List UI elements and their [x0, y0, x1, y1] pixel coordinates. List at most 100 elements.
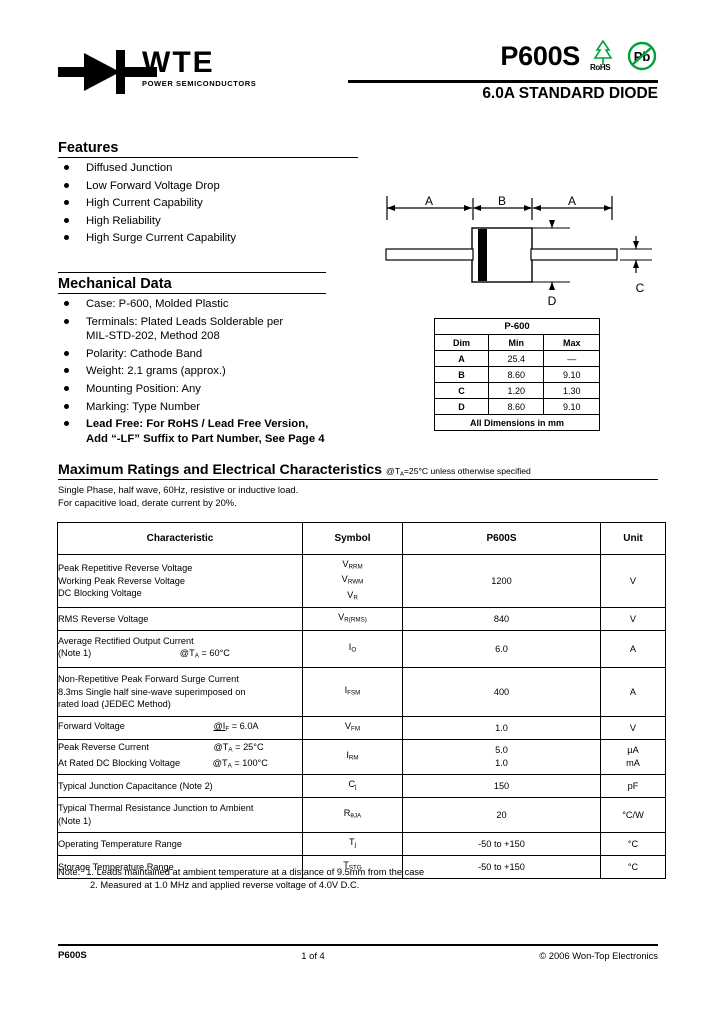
dim-cell: 9.10	[543, 366, 600, 383]
feature-label: High Current Capability	[86, 197, 203, 210]
brand-tagline: POWER SEMICONDUCTORS	[142, 79, 257, 88]
bullet-icon	[64, 421, 69, 427]
characteristic-line: Typical Thermal Resistance Junction to A…	[58, 803, 254, 814]
features-list: Diffused Junction Low Forward Voltage Dr…	[58, 161, 358, 246]
list-item: Marking: Type Number	[58, 400, 326, 415]
list-item: Low Forward Voltage Drop	[58, 179, 358, 194]
characteristic-line: Peak Reverse Current @TA = 25°C	[58, 741, 302, 757]
mechanical-label: Polarity: Cathode Band	[86, 347, 203, 360]
row-reverse-voltage-characteristic: Peak Repetitive Reverse Voltage Working …	[57, 554, 303, 608]
characteristic-line: 8.3ms Single half sine-wave superimposed…	[58, 686, 246, 697]
svg-text:A: A	[425, 194, 433, 208]
value-cell: 840	[402, 607, 601, 631]
row-forward-voltage-characteristic: Forward Voltage @IF = 6.0A	[57, 716, 303, 740]
value-cell: 1200	[402, 554, 601, 608]
note-line-1: Note: 1. Leads maintained at ambient temp…	[58, 866, 424, 879]
list-item: Mounting Position: Any	[58, 382, 326, 397]
mechanical-label: Marking: Type Number	[86, 400, 201, 413]
company-logo: WTE POWER SEMICONDUCTORS	[58, 40, 288, 104]
bullet-icon	[64, 350, 69, 356]
bullet-icon	[64, 200, 69, 206]
mechanical-label: Mounting Position: Any	[86, 382, 201, 395]
feature-label: Low Forward Voltage Drop	[86, 179, 220, 192]
bullet-icon	[64, 403, 69, 409]
ratings-note-2: For capacitive load, derate current by 2…	[58, 496, 237, 508]
dim-header-max: Max	[543, 334, 600, 351]
table-row: Average Rectified Output Current (Note 1…	[57, 630, 666, 668]
notes-label: Note:	[58, 867, 81, 877]
unit-cell: V	[600, 716, 666, 740]
dim-table-footer: All Dimensions in mm	[434, 414, 600, 431]
part-number: P600S	[500, 41, 580, 71]
lead-free-label: Lead Free: For RoHS / Lead Free Version,	[86, 418, 309, 431]
characteristic-text: At Rated DC Blocking Voltage	[58, 758, 181, 768]
row-rms-voltage-characteristic: RMS Reverse Voltage	[57, 607, 303, 631]
characteristic-line: DC Blocking Voltage	[58, 588, 142, 599]
characteristic-text: Peak Reverse Current	[58, 742, 149, 753]
dim-cell: 25.4	[487, 350, 545, 367]
dim-cell: 9.10	[543, 398, 600, 415]
symbol-cell: VFM	[302, 716, 403, 740]
dim-cell: D	[434, 398, 489, 415]
table-row: D 8.60 9.10	[434, 398, 600, 415]
unit-cell: A	[600, 667, 666, 717]
brand-name: WTE	[142, 46, 215, 79]
unit-cell: pF	[600, 774, 666, 798]
lead-free-icon: Pb	[626, 40, 658, 72]
ratings-title-text: Maximum Ratings and Electrical Character…	[58, 462, 383, 478]
value-cell: 1.0	[402, 716, 601, 740]
bullet-icon	[64, 318, 69, 324]
unit-cell: V	[600, 554, 666, 608]
value-cell: 150	[402, 774, 601, 798]
list-item: Case: P-600, Molded Plastic	[58, 297, 326, 312]
dim-cell: A	[434, 350, 489, 367]
value-cell: -50 to +150	[402, 832, 601, 856]
col-symbol: Symbol	[302, 522, 403, 555]
table-row: Dim Min Max	[434, 334, 600, 351]
datasheet-page: WTE POWER SEMICONDUCTORS P600S RoHS Pb	[0, 0, 720, 1012]
row-thermal-resistance-characteristic: Typical Thermal Resistance Junction to A…	[57, 797, 303, 833]
dim-cell: B	[434, 366, 489, 383]
bullet-icon	[64, 217, 69, 223]
unit-cell: °C	[600, 855, 666, 879]
symbol-cell: VR(RMS)	[302, 607, 403, 631]
features-title: Features	[58, 140, 358, 158]
list-item: High Surge Current Capability	[58, 231, 358, 246]
dim-cell: 1.20	[487, 382, 545, 399]
characteristic-line: Average Rectified Output Current	[58, 635, 194, 646]
table-row: Typical Junction Capacitance (Note 2) Cj…	[57, 774, 666, 798]
value-line: 5.0	[495, 745, 508, 755]
characteristic-condition: @TA = 60°C	[179, 648, 230, 660]
table-header-row: Characteristic Symbol P600S Unit	[57, 522, 666, 555]
part-header: P600S RoHS Pb 6.0A STANDAR	[348, 34, 658, 103]
page-footer: P600S 1 of 4 © 2006 Won-Top Electronics	[58, 950, 658, 961]
value-cell: 400	[402, 667, 601, 717]
svg-text:D: D	[548, 294, 557, 308]
note-line-2: 2. Measured at 1.0 MHz and applied rever…	[90, 880, 360, 890]
characteristic-line: Typical Junction Capacitance (Note 2)	[58, 780, 213, 791]
characteristic-line: (Note 1)	[58, 816, 92, 826]
bullet-icon	[64, 235, 69, 241]
unit-cell: V	[600, 607, 666, 631]
rohs-label: RoHS	[590, 63, 611, 72]
list-item: High Current Capability	[58, 196, 358, 211]
feature-label: Diffused Junction	[86, 162, 173, 174]
characteristic-condition: @TA = 100°C	[212, 758, 268, 770]
value-cell: 20	[402, 797, 601, 833]
rohs-icon: RoHS	[586, 39, 620, 73]
value-line: 1.0	[495, 758, 508, 768]
bullet-icon	[64, 385, 69, 391]
dim-cell: 1.30	[543, 382, 600, 399]
symbol-cell: IO	[302, 630, 403, 668]
table-row: Operating Temperature Range Tj -50 to +1…	[57, 832, 666, 856]
characteristic-line: rated load (JEDEC Method)	[58, 699, 171, 710]
table-row: Non-Repetitive Peak Forward Surge Curren…	[57, 667, 666, 717]
dim-header-min: Min	[487, 334, 545, 351]
table-row: Peak Repetitive Reverse Voltage Working …	[57, 554, 666, 608]
row-average-current-characteristic: Average Rectified Output Current (Note 1…	[57, 630, 303, 668]
table-row: RMS Reverse Voltage VR(RMS) 840 V	[57, 607, 666, 631]
characteristic-condition: @IF = 6.0A	[213, 721, 259, 733]
list-item: Terminals: Plated Leads Solderable per	[58, 315, 326, 330]
symbol-cell: IFSM	[302, 667, 403, 717]
page-header: WTE POWER SEMICONDUCTORS P600S RoHS Pb	[58, 34, 658, 124]
